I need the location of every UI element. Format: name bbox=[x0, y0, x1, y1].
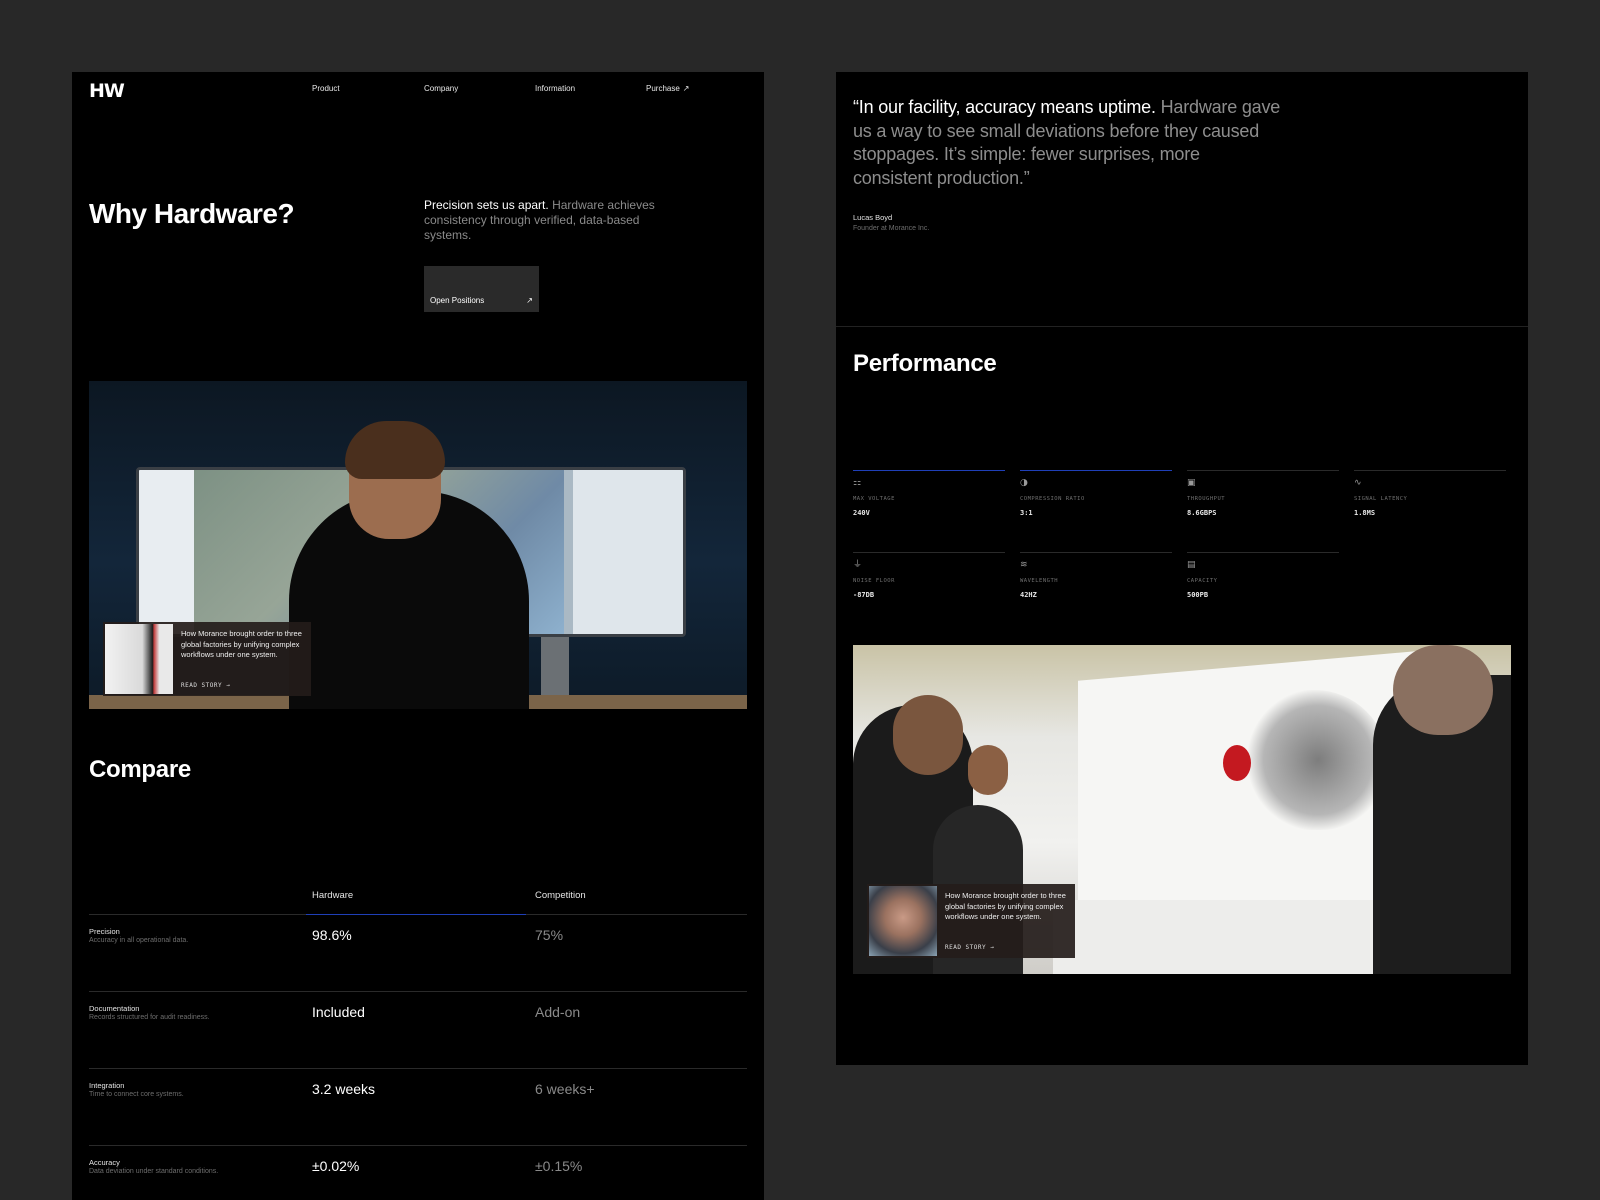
metric-compression-ratio: ◑ COMPRESSION RATIO 3:1 bbox=[1020, 470, 1172, 528]
row-description: Data deviation under standard conditions… bbox=[89, 1168, 219, 1175]
metric-label: THROUGHPUT bbox=[1187, 496, 1226, 502]
metric-label: NOISE FLOOR bbox=[853, 578, 895, 584]
compare-header-competition: Competition bbox=[535, 890, 586, 901]
wave-icon: ≋ bbox=[1020, 560, 1028, 570]
metric-value: 1.8MS bbox=[1354, 509, 1376, 517]
open-positions-label: Open Positions bbox=[430, 296, 485, 305]
story-card[interactable]: How Morance brought order to three globa… bbox=[103, 622, 311, 696]
hardware-value: 3.2 weeks bbox=[312, 1081, 376, 1097]
author-role: Founder at Morance Inc. bbox=[853, 225, 930, 232]
hardware-value: 98.6% bbox=[312, 927, 352, 943]
read-story-link[interactable]: READ STORY → bbox=[945, 944, 994, 951]
read-story-link[interactable]: READ STORY → bbox=[181, 682, 230, 689]
nav-product[interactable]: Product bbox=[312, 84, 340, 93]
row-label: Documentation bbox=[89, 1004, 140, 1013]
hardware-value: Included bbox=[312, 1004, 365, 1020]
competition-value: ±0.15% bbox=[535, 1158, 583, 1174]
metric-value: -87DB bbox=[853, 591, 875, 599]
metric-value: 42HZ bbox=[1020, 591, 1037, 599]
metric-max-voltage: ⚏ MAX VOLTAGE 240V bbox=[853, 470, 1005, 528]
metric-capacity: ▤ CAPACITY 500PB bbox=[1187, 552, 1339, 610]
metric-throughput: ▣ THROUGHPUT 8.6GBPS bbox=[1187, 470, 1339, 528]
nav-company[interactable]: Company bbox=[424, 84, 458, 93]
signal-icon: ∿ bbox=[1354, 478, 1362, 488]
table-row: Accuracy Data deviation under standard c… bbox=[89, 1145, 747, 1200]
hero-highlight: Precision sets us apart. bbox=[424, 198, 549, 212]
testimonial-quote: “In our facility, accuracy means uptime.… bbox=[853, 96, 1283, 190]
hw-logo[interactable]: HW bbox=[89, 80, 125, 102]
person-right-head bbox=[1393, 645, 1493, 735]
metric-label: MAX VOLTAGE bbox=[853, 496, 895, 502]
metric-value: 8.6GBPS bbox=[1187, 509, 1217, 517]
row-description: Accuracy in all operational data. bbox=[89, 937, 189, 944]
compare-title: Compare bbox=[89, 756, 191, 783]
hero-photo-monitor: How Morance brought order to three globa… bbox=[89, 381, 747, 709]
monitor-stand bbox=[541, 637, 569, 697]
author-name: Lucas Boyd bbox=[853, 213, 893, 222]
arrow-up-right-icon: ↗ bbox=[682, 84, 690, 93]
row-label: Precision bbox=[89, 927, 120, 936]
left-page-panel: HW Product Company Information Purchase ↗… bbox=[72, 72, 764, 1200]
lab-photo: How Morance brought order to three globa… bbox=[853, 645, 1511, 974]
story-text: How Morance brought order to three globa… bbox=[945, 891, 1066, 921]
page-title: Why Hardware? bbox=[89, 198, 295, 229]
story-thumbnail bbox=[869, 886, 937, 956]
row-label: Accuracy bbox=[89, 1158, 120, 1167]
hero-description: Precision sets us apart. Hardware achiev… bbox=[424, 198, 664, 243]
table-row: Precision Accuracy in all operational da… bbox=[89, 915, 747, 991]
metric-label: COMPRESSION RATIO bbox=[1020, 496, 1085, 502]
map-detail-panel bbox=[573, 470, 683, 634]
nav-purchase-label: Purchase bbox=[646, 84, 680, 93]
section-divider bbox=[836, 326, 1528, 327]
story-thumbnail bbox=[105, 624, 173, 694]
lab-table bbox=[1053, 900, 1383, 974]
metric-noise-floor: ⏚ NOISE FLOOR -87DB bbox=[853, 552, 1005, 610]
performance-title: Performance bbox=[853, 350, 997, 377]
table-row: Documentation Records structured for aud… bbox=[89, 991, 747, 1067]
right-page-panel: “In our facility, accuracy means uptime.… bbox=[836, 72, 1528, 1065]
red-marker bbox=[1223, 745, 1251, 781]
competition-value: 6 weeks+ bbox=[535, 1081, 595, 1097]
voltage-icon: ⚏ bbox=[853, 478, 862, 488]
map-sidebar bbox=[139, 470, 194, 634]
nav-information[interactable]: Information bbox=[535, 84, 575, 93]
metric-label: SIGNAL LATENCY bbox=[1354, 496, 1408, 502]
person-hair bbox=[345, 421, 445, 479]
metric-value: 240V bbox=[853, 509, 870, 517]
metric-label: WAVELENGTH bbox=[1020, 578, 1059, 584]
table-row: Integration Time to connect core systems… bbox=[89, 1068, 747, 1144]
nav-purchase[interactable]: Purchase ↗ bbox=[646, 84, 690, 93]
chip-icon: ▣ bbox=[1187, 478, 1196, 488]
open-positions-button[interactable]: Open Positions ↗ bbox=[424, 266, 539, 312]
person-middle-head bbox=[968, 745, 1008, 795]
competition-value: 75% bbox=[535, 927, 564, 943]
mesh-model bbox=[1248, 690, 1388, 830]
storage-icon: ▤ bbox=[1187, 560, 1196, 570]
row-label: Integration bbox=[89, 1081, 125, 1090]
competition-value: Add-on bbox=[535, 1004, 581, 1020]
hardware-value: ±0.02% bbox=[312, 1158, 360, 1174]
metric-value: 3:1 bbox=[1020, 509, 1033, 517]
row-description: Time to connect core systems. bbox=[89, 1091, 184, 1098]
metric-value: 500PB bbox=[1187, 591, 1209, 599]
row-description: Records structured for audit readiness. bbox=[89, 1014, 210, 1021]
story-text: How Morance brought order to three globa… bbox=[181, 629, 302, 659]
quote-highlight: “In our facility, accuracy means uptime. bbox=[853, 97, 1156, 117]
metric-signal-latency: ∿ SIGNAL LATENCY 1.8MS bbox=[1354, 470, 1506, 528]
story-card[interactable]: How Morance brought order to three globa… bbox=[867, 884, 1075, 958]
ground-icon: ⏚ bbox=[853, 560, 863, 570]
person-left-head bbox=[893, 695, 963, 775]
metric-label: CAPACITY bbox=[1187, 578, 1218, 584]
compare-header-hardware: Hardware bbox=[312, 890, 354, 901]
arrow-up-right-icon: ↗ bbox=[526, 296, 533, 305]
compression-icon: ◑ bbox=[1020, 478, 1028, 488]
metric-wavelength: ≋ WAVELENGTH 42HZ bbox=[1020, 552, 1172, 610]
